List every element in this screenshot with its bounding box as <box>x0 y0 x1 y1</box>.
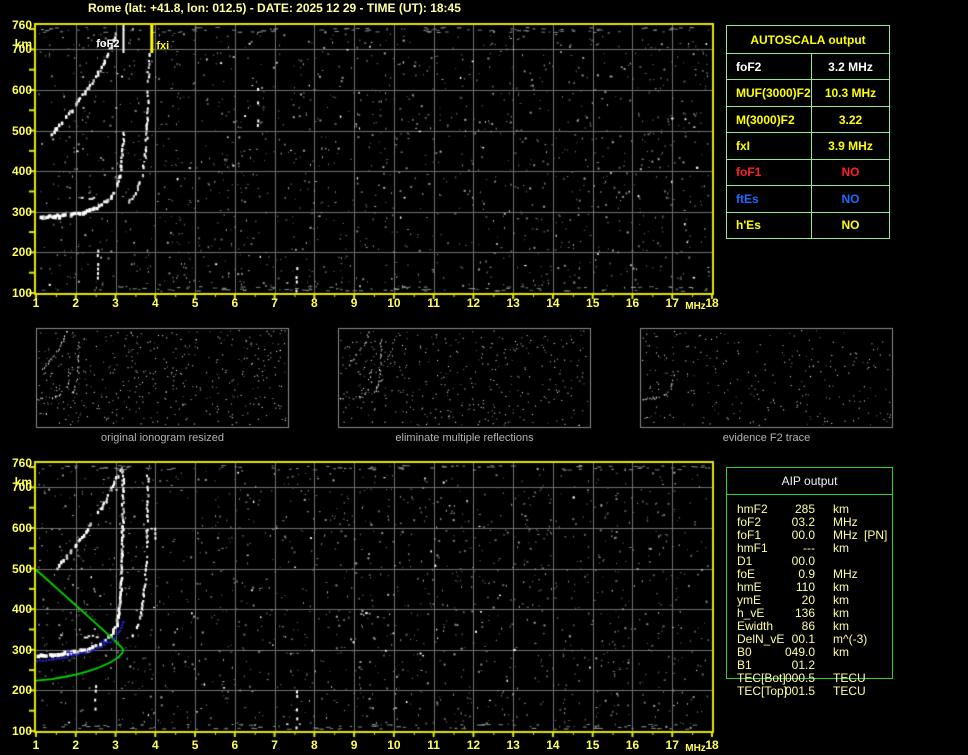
x-tick-label: 10 <box>387 738 401 752</box>
x-tick-label: 2 <box>72 296 80 310</box>
y-tick-label: 300 <box>11 642 32 657</box>
x-tick-label: 12 <box>466 296 481 310</box>
aip-row-unit: km <box>833 541 849 555</box>
y-tick-label: 200 <box>11 683 32 698</box>
autoscala-table-title: AUTOSCALA output <box>750 32 866 47</box>
y-tick-label: 400 <box>11 602 32 617</box>
x-tick-label: 16 <box>625 296 640 310</box>
autoscala-row-value: NO <box>841 218 860 233</box>
x-tick-label: 7 <box>271 738 278 752</box>
autoscala-row-label: M(3000)F2 <box>727 106 812 133</box>
y-tick-label: 500 <box>11 561 32 576</box>
y-tick-label: 400 <box>11 164 32 179</box>
x-tick-label: 8 <box>311 738 318 752</box>
x-tick-label: 17 <box>665 738 679 752</box>
x-tick-label: 17 <box>665 296 679 310</box>
autoscala-table-row: MUF(3000)F2 10.3 MHz <box>727 79 889 106</box>
aip-row-unit: TECU <box>833 684 866 698</box>
thumbnail-caption-evidence: evidence F2 trace <box>722 432 811 444</box>
x-tick-label: 16 <box>625 738 640 752</box>
autoscala-output-table: AUTOSCALA output foF2 3.2 MHz MUF(3000)F2 1… <box>726 25 890 239</box>
thumbnail-caption-eliminate: eliminate multiple reflections <box>395 432 534 444</box>
x-tick-label: 5 <box>191 296 199 310</box>
x-tick-label: 1 <box>32 738 40 752</box>
fxi-marker-label: fxi <box>156 40 170 52</box>
x-tick-label: 3 <box>112 296 119 310</box>
aip-row-value: 001.5 <box>784 684 815 698</box>
autoscala-row-label: fxI <box>727 133 812 159</box>
y-tick-label: 600 <box>11 520 32 535</box>
x-tick-label: 14 <box>546 296 560 310</box>
x-tick-label: 13 <box>506 296 520 310</box>
x-tick-label: 9 <box>350 296 358 310</box>
x-tick-label: 7 <box>271 296 278 310</box>
page-title: Rome (lat: +41.8, lon: 012.5) - DATE: 20… <box>88 1 461 15</box>
y-tick-label: 500 <box>11 123 32 138</box>
x-tick-label: 11 <box>427 296 440 310</box>
autoscala-table-row: ftEs NO <box>727 185 889 212</box>
x-tick-label: 11 <box>427 738 440 752</box>
x-tick-label: 4 <box>151 296 159 310</box>
autoscala-row-label: foF2 <box>727 54 812 80</box>
autoscala-row-value: 10.3 MHz <box>824 86 877 101</box>
autoscala-table-row: foF2 3.2 MHz <box>727 53 889 80</box>
fof2-marker-label: foF2 <box>96 38 120 50</box>
thumbnail-caption-original: original ionogram resized <box>101 432 224 444</box>
x-tick-label: 14 <box>546 738 560 752</box>
x-tick-label: 1 <box>32 296 40 310</box>
y-tick-label: 760 <box>11 18 32 32</box>
autoscala-row-value: NO <box>841 191 860 206</box>
y-tick-label: 200 <box>11 245 32 260</box>
y-tick-label: 600 <box>11 82 32 97</box>
x-tick-label: 15 <box>586 296 600 310</box>
x-tick-label: 15 <box>586 738 600 752</box>
autoscala-row-label: h'Es <box>727 212 812 238</box>
y-tick-label: 100 <box>11 724 32 738</box>
x-tick-label: 5 <box>191 738 199 752</box>
overlay-layer: Rome (lat: +41.8, lon: 012.5) - DATE: 20… <box>0 0 968 755</box>
autoscala-table-row: M(3000)F2 3.22 <box>727 105 889 133</box>
x-tick-label: 13 <box>506 738 520 752</box>
y-tick-label: 760 <box>11 456 32 470</box>
x-axis-unit-label: MHz <box>685 743 706 754</box>
autoscala-table-row: foF1 NO <box>727 158 889 186</box>
aip-table-row: TEC[Top] 001.5 TECU <box>727 685 894 698</box>
x-tick-label: 9 <box>350 738 358 752</box>
x-tick-label: 12 <box>466 738 481 752</box>
autoscala-row-label: MUF(3000)F2 <box>727 80 812 106</box>
autoscala-table-row: fxI 3.9 MHz <box>727 132 889 159</box>
y-axis-unit-label: km <box>14 37 32 51</box>
autoscala-row-value: 3.22 <box>838 112 863 127</box>
aip-output-table: AIP output hmF2 285 km foF2 03.2 MHz foF1 00.0 M… <box>726 467 893 698</box>
x-tick-label: 4 <box>151 738 159 752</box>
aip-row-unit: km <box>833 645 849 659</box>
autoscala-row-label: ftEs <box>727 186 812 212</box>
y-tick-label: 300 <box>11 204 32 219</box>
autoscala-row-value: 3.2 MHz <box>828 59 873 74</box>
autoscala-row-label: foF1 <box>727 159 812 186</box>
x-tick-label: 3 <box>112 738 119 752</box>
x-tick-label: 6 <box>231 738 239 752</box>
aip-row-extra: [PN] <box>864 528 888 542</box>
autoscala-row-value: 3.9 MHz <box>828 138 873 153</box>
autoscala-row-value: NO <box>841 165 860 180</box>
x-tick-label: 6 <box>231 296 239 310</box>
x-tick-label: 10 <box>387 296 401 310</box>
aip-table-title: AIP output <box>727 468 892 495</box>
x-axis-unit-label: MHz <box>685 301 706 312</box>
x-tick-label: 2 <box>72 738 80 752</box>
y-axis-unit-label: km <box>14 475 32 489</box>
x-tick-label: 8 <box>311 296 318 310</box>
autoscala-table-row: h'Es NO <box>727 211 889 238</box>
